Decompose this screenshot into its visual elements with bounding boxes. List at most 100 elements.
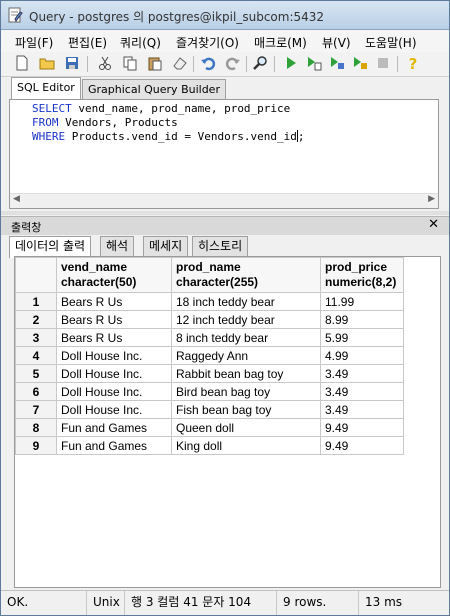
- table-cell[interactable]: Bears R Us: [56, 292, 172, 311]
- undo-icon[interactable]: [199, 55, 217, 73]
- table-cell[interactable]: King doll: [171, 436, 321, 455]
- table-row[interactable]: 1 Bears R Us 18 inch teddy bear 11.99: [15, 292, 404, 311]
- scroll-left-icon[interactable]: ◀: [13, 194, 20, 204]
- table-cell[interactable]: Fun and Games: [56, 418, 172, 437]
- status-state: OK.: [1, 591, 87, 615]
- tab-sql-editor[interactable]: SQL Editor: [11, 77, 81, 99]
- table-cell[interactable]: Doll House Inc.: [56, 382, 172, 401]
- explain-analyze-icon[interactable]: [351, 55, 369, 73]
- menu-favourites[interactable]: 즐겨찾기(O): [176, 34, 239, 51]
- table-cell[interactable]: Fish bean bag toy: [171, 400, 321, 419]
- table-cell[interactable]: 9.49: [320, 418, 404, 437]
- scroll-right-icon[interactable]: ▶: [428, 194, 435, 204]
- table-cell[interactable]: 8.99: [320, 310, 404, 329]
- pane-splitter[interactable]: [1, 211, 449, 215]
- column-name: prod_price: [325, 260, 388, 274]
- toolbar-separator: [87, 56, 88, 72]
- table-cell[interactable]: Doll House Inc.: [56, 364, 172, 383]
- menu-bar: 파일(F) 편집(E) 쿼리(Q) 즐겨찾기(O) 매크로(M) 뷰(V) 도움…: [1, 30, 449, 52]
- tab-history[interactable]: 히스토리: [192, 236, 249, 256]
- explain-icon[interactable]: [328, 55, 346, 73]
- table-cell[interactable]: 12 inch teddy bear: [171, 310, 321, 329]
- table-row[interactable]: 2 Bears R Us 12 inch teddy bear 8.99: [15, 310, 404, 329]
- column-header-prod-price[interactable]: prod_price numeric(8,2): [320, 257, 404, 293]
- table-cell[interactable]: Rabbit bean bag toy: [171, 364, 321, 383]
- table-cell[interactable]: 3.49: [320, 382, 404, 401]
- sql-text: Products.vend_id = Vendors.vend_id: [65, 130, 297, 143]
- redo-icon[interactable]: [224, 55, 242, 73]
- cancel-icon[interactable]: [374, 55, 392, 73]
- table-cell[interactable]: Fun and Games: [56, 436, 172, 455]
- row-number[interactable]: 9: [15, 436, 57, 455]
- grid-corner[interactable]: [15, 257, 57, 293]
- column-type: character(255): [176, 275, 259, 289]
- column-header-prod-name[interactable]: prod_name character(255): [171, 257, 321, 293]
- tab-messages[interactable]: 메세지: [143, 236, 189, 256]
- row-number[interactable]: 3: [15, 328, 57, 347]
- editor-horizontal-scrollbar[interactable]: ◀ ▶: [10, 193, 438, 208]
- row-number[interactable]: 7: [15, 400, 57, 419]
- tab-graphical-query-builder[interactable]: Graphical Query Builder: [82, 79, 226, 99]
- title-bar: Query - postgres 의 postgres@ikpil_subcom…: [1, 1, 449, 30]
- row-number[interactable]: 6: [15, 382, 57, 401]
- status-bar: OK. Unix 행 3 컬럼 41 문자 104 9 rows. 13 ms: [1, 590, 449, 615]
- table-row[interactable]: 7 Doll House Inc. Fish bean bag toy 3.49: [15, 400, 404, 419]
- cut-icon[interactable]: [96, 55, 114, 73]
- table-cell[interactable]: Raggedy Ann: [171, 346, 321, 365]
- paste-icon[interactable]: [146, 55, 164, 73]
- column-header-vend-name[interactable]: vend_name character(50): [56, 257, 172, 293]
- row-number[interactable]: 1: [15, 292, 57, 311]
- table-cell[interactable]: 8 inch teddy bear: [171, 328, 321, 347]
- table-cell[interactable]: 9.49: [320, 436, 404, 455]
- row-number[interactable]: 2: [15, 310, 57, 329]
- clear-icon[interactable]: [171, 55, 189, 73]
- menu-edit[interactable]: 편집(E): [68, 34, 107, 51]
- table-row[interactable]: 8 Fun and Games Queen doll 9.49: [15, 418, 404, 437]
- sql-keyword: FROM: [32, 116, 59, 129]
- table-cell[interactable]: Bears R Us: [56, 310, 172, 329]
- sql-editor[interactable]: SELECT vend_name, prod_name, prod_price …: [9, 99, 439, 209]
- execute-icon[interactable]: [282, 55, 300, 73]
- table-cell[interactable]: 18 inch teddy bear: [171, 292, 321, 311]
- table-cell[interactable]: 3.49: [320, 400, 404, 419]
- table-row[interactable]: 3 Bears R Us 8 inch teddy bear 5.99: [15, 328, 404, 347]
- sql-code[interactable]: SELECT vend_name, prod_name, prod_price …: [32, 102, 305, 144]
- menu-macros[interactable]: 매크로(M): [254, 34, 307, 51]
- table-row[interactable]: 9 Fun and Games King doll 9.49: [15, 436, 404, 455]
- open-folder-icon[interactable]: [38, 55, 56, 73]
- table-row[interactable]: 5 Doll House Inc. Rabbit bean bag toy 3.49: [15, 364, 404, 383]
- sql-keyword: WHERE: [32, 130, 66, 143]
- new-file-icon[interactable]: [13, 55, 31, 73]
- table-cell[interactable]: Bears R Us: [56, 328, 172, 347]
- table-cell[interactable]: Queen doll: [171, 418, 321, 437]
- table-cell[interactable]: Doll House Inc.: [56, 346, 172, 365]
- table-row[interactable]: 4 Doll House Inc. Raggedy Ann 4.99: [15, 346, 404, 365]
- table-row[interactable]: 6 Doll House Inc. Bird bean bag toy 3.49: [15, 382, 404, 401]
- table-header-row: vend_name character(50) prod_name characte…: [15, 257, 404, 293]
- help-icon[interactable]: ?: [404, 55, 422, 73]
- save-icon[interactable]: [63, 55, 81, 73]
- table-cell[interactable]: 5.99: [320, 328, 404, 347]
- row-number[interactable]: 5: [15, 364, 57, 383]
- copy-icon[interactable]: [121, 55, 139, 73]
- menu-help[interactable]: 도움말(H): [365, 34, 417, 51]
- table-cell[interactable]: 4.99: [320, 346, 404, 365]
- table-cell[interactable]: Bird bean bag toy: [171, 382, 321, 401]
- table-cell[interactable]: Doll House Inc.: [56, 400, 172, 419]
- execute-to-file-icon[interactable]: [305, 55, 323, 73]
- close-icon[interactable]: ✕: [428, 217, 439, 232]
- editor-gutter: [10, 100, 28, 194]
- row-number[interactable]: 4: [15, 346, 57, 365]
- menu-view[interactable]: 뷰(V): [322, 34, 351, 51]
- row-number[interactable]: 8: [15, 418, 57, 437]
- output-panel-header: 출력창 ✕: [1, 216, 449, 235]
- table-cell[interactable]: 11.99: [320, 292, 404, 311]
- table-cell[interactable]: 3.49: [320, 364, 404, 383]
- find-icon[interactable]: [252, 55, 270, 73]
- menu-query[interactable]: 쿼리(Q): [120, 34, 161, 51]
- tab-data-output[interactable]: 데이터의 출력: [9, 236, 92, 258]
- tab-explain[interactable]: 해석: [100, 236, 135, 256]
- toolbar-separator: [274, 56, 275, 72]
- column-type: character(50): [61, 275, 137, 289]
- menu-file[interactable]: 파일(F): [15, 34, 53, 51]
